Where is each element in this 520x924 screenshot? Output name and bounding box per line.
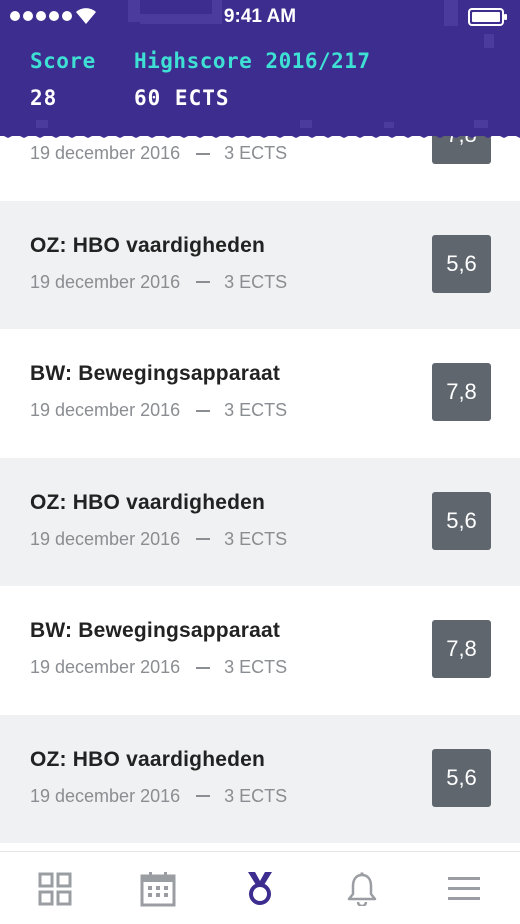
list-item[interactable]: BW: Bewegingsapparaat 19 december 2016 3… — [0, 329, 520, 458]
course-ects: 3 ECTS — [224, 528, 288, 549]
zigzag-edge — [0, 128, 520, 138]
course-meta: 19 december 2016 3 ECTS — [30, 786, 287, 807]
course-ects: 3 ECTS — [224, 143, 288, 163]
battery-icon — [468, 8, 507, 26]
course-meta: 19 december 2016 3 ECTS — [30, 143, 287, 164]
grade-badge: 5,6 — [432, 748, 491, 807]
course-name: OZ: HBO vaardigheden — [30, 490, 266, 514]
course-name: BW: Bewegingsapparaat — [30, 362, 281, 385]
course-ects: 3 ECTS — [224, 785, 288, 806]
tab-results[interactable] — [240, 869, 280, 909]
course-date: 19 december 2016 — [30, 400, 181, 420]
separator — [196, 538, 211, 540]
pixel-decoration — [484, 34, 494, 48]
course-ects: 3 ECTS — [224, 271, 288, 292]
bell-icon — [347, 872, 377, 906]
score-header: 9:41 AM Score 28 Highscore 2016/217 60 E… — [0, 0, 520, 138]
score-label: Score — [30, 49, 96, 73]
course-date: 19 december 2016 — [30, 657, 181, 677]
grade-badge: 7,8 — [432, 620, 491, 678]
tab-notifications[interactable] — [342, 869, 382, 909]
tab-calendar[interactable] — [138, 869, 178, 909]
status-bar: 9:41 AM — [0, 0, 520, 34]
course-meta: 19 december 2016 3 ECTS — [30, 529, 287, 550]
course-ects: 3 ECTS — [224, 400, 288, 420]
grade-badge: 7,8 — [432, 363, 491, 421]
separator — [196, 152, 211, 155]
course-name: OZ: HBO vaardigheden — [30, 747, 266, 771]
tab-menu[interactable] — [444, 869, 484, 909]
course-date: 19 december 2016 — [30, 143, 181, 163]
highscore-value: 60 ECTS — [134, 86, 230, 110]
list-item[interactable]: OZ: HBO vaardigheden 19 december 2016 3 … — [0, 200, 520, 329]
grid-icon — [38, 872, 72, 906]
status-time: 9:41 AM — [223, 6, 297, 27]
list-item[interactable]: OZ: HBO vaardigheden 19 december 2016 3 … — [0, 714, 520, 843]
course-date: 19 december 2016 — [30, 528, 181, 549]
tab-overview[interactable] — [35, 869, 75, 909]
medal-icon — [248, 872, 272, 905]
calendar-icon — [140, 872, 176, 907]
tab-bar — [0, 851, 520, 924]
grade-badge: 5,6 — [432, 491, 491, 550]
course-date: 19 december 2016 — [30, 271, 181, 292]
separator — [196, 795, 211, 797]
course-meta: 19 december 2016 3 ECTS — [30, 272, 287, 293]
highscore-label: Highscore 2016/217 — [134, 49, 371, 73]
separator — [196, 409, 211, 412]
menu-icon — [448, 877, 480, 900]
course-name: BW: Bewegingsapparaat — [30, 619, 281, 642]
separator — [196, 666, 211, 669]
list-item[interactable]: OZ: HBO vaardigheden 19 december 2016 3 … — [0, 457, 520, 586]
course-meta: 19 december 2016 3 ECTS — [30, 400, 287, 421]
course-date: 19 december 2016 — [30, 785, 181, 806]
results-list: 19 december 2016 3 ECTS 7,8 OZ: HBO vaar… — [0, 72, 520, 843]
course-ects: 3 ECTS — [224, 657, 288, 677]
list-item[interactable]: BW: Bewegingsapparaat 19 december 2016 3… — [0, 586, 520, 715]
score-value: 28 — [30, 86, 58, 110]
course-name: OZ: HBO vaardigheden — [30, 233, 266, 257]
course-meta: 19 december 2016 3 ECTS — [30, 657, 287, 678]
separator — [196, 281, 211, 283]
grade-badge: 5,6 — [432, 234, 491, 293]
